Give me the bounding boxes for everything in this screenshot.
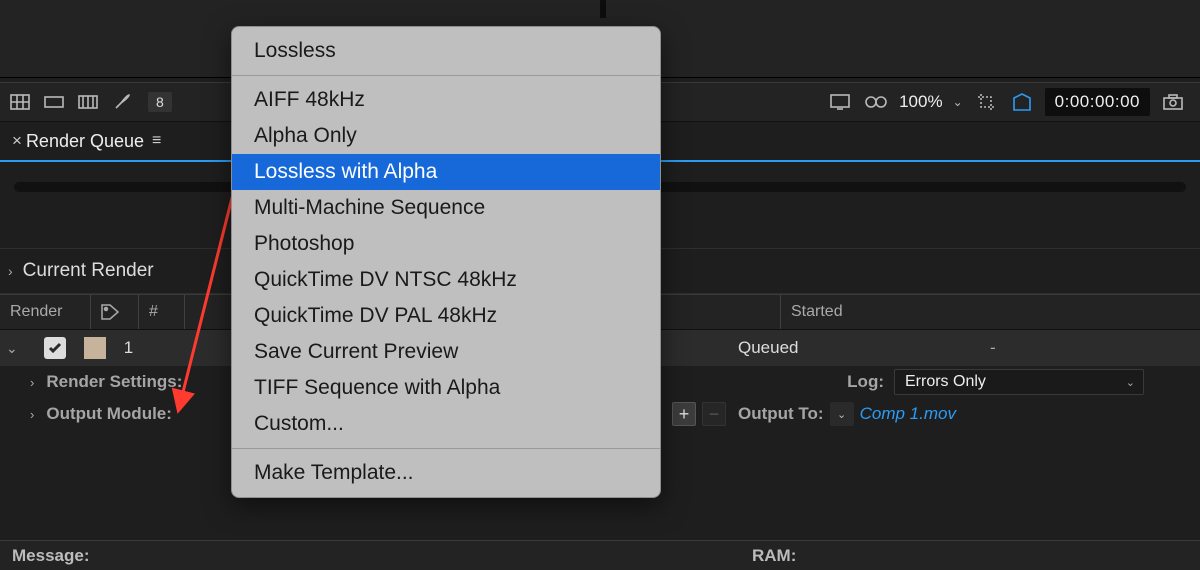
menu-item[interactable]: Lossless with Alpha [232, 154, 660, 190]
close-panel-icon[interactable]: × [12, 131, 22, 151]
col-tag[interactable] [90, 295, 138, 329]
playhead-marker [600, 0, 606, 18]
output-dest-chevron[interactable]: ⌄ [830, 402, 854, 426]
output-module-presets-menu[interactable]: Lossless AIFF 48kHzAlpha OnlyLossless wit… [231, 26, 661, 498]
menu-item[interactable]: Alpha Only [232, 118, 660, 154]
menu-item[interactable]: Multi-Machine Sequence [232, 190, 660, 226]
menu-item[interactable]: Make Template... [232, 455, 660, 491]
menu-item[interactable]: QuickTime DV NTSC 48kHz [232, 262, 660, 298]
channel-icon[interactable] [40, 91, 68, 113]
colorize-icon[interactable] [74, 91, 102, 113]
message-label: Message: [12, 546, 89, 566]
label-color-swatch[interactable] [84, 337, 106, 359]
grid-icon[interactable] [6, 91, 34, 113]
zoom-chevron-icon[interactable]: ⌄ [953, 95, 963, 109]
mask-bounds-icon[interactable] [1009, 91, 1035, 113]
twirl-icon[interactable]: › [30, 407, 34, 422]
twirl-icon[interactable]: ⌄ [6, 340, 18, 357]
ram-label: RAM: [752, 546, 796, 566]
item-index: 1 [124, 338, 164, 358]
col-started[interactable]: Started [780, 295, 1200, 329]
menu-item[interactable]: QuickTime DV PAL 48kHz [232, 298, 660, 334]
menu-item[interactable]: Lossless [232, 33, 660, 69]
current-render-label: Current Render [23, 260, 154, 282]
goggles-icon[interactable] [863, 91, 889, 113]
remove-output-button: − [702, 402, 726, 426]
output-to-label: Output To: [738, 404, 824, 424]
timecode-display[interactable]: 0:00:00:00 [1045, 88, 1150, 116]
display-icon[interactable] [827, 91, 853, 113]
chevron-down-icon: ⌄ [1126, 376, 1135, 389]
status-footer: Message: RAM: [0, 540, 1200, 570]
bit-depth-selector[interactable]: 8 [148, 92, 172, 112]
zoom-level[interactable]: 100% [899, 92, 942, 112]
render-settings-label[interactable]: Render Settings: [46, 372, 182, 392]
twirl-icon[interactable]: › [30, 375, 34, 390]
tab-render-queue[interactable]: Render Queue [26, 131, 144, 152]
menu-item[interactable]: AIFF 48kHz [232, 82, 660, 118]
log-dropdown[interactable]: Errors Only⌄ [894, 369, 1144, 395]
snapshot-icon[interactable] [1160, 91, 1186, 113]
menu-item[interactable]: Photoshop [232, 226, 660, 262]
menu-item[interactable]: Custom... [232, 406, 660, 442]
col-index[interactable]: # [138, 295, 184, 329]
rocket-icon[interactable] [108, 91, 136, 113]
output-file-link[interactable]: Comp 1.mov [860, 404, 956, 424]
log-label: Log: [847, 372, 884, 392]
render-checkbox[interactable] [44, 337, 66, 359]
add-output-button[interactable]: + [672, 402, 696, 426]
item-started: - [990, 338, 996, 358]
item-status: Queued [738, 338, 799, 358]
menu-item[interactable]: TIFF Sequence with Alpha [232, 370, 660, 406]
panel-menu-icon[interactable]: ≡ [152, 132, 161, 150]
menu-item[interactable]: Save Current Preview [232, 334, 660, 370]
output-module-label[interactable]: Output Module: [46, 404, 172, 424]
twirl-icon[interactable]: › [8, 263, 13, 279]
col-render[interactable]: Render [0, 295, 90, 329]
crop-icon[interactable] [973, 91, 999, 113]
